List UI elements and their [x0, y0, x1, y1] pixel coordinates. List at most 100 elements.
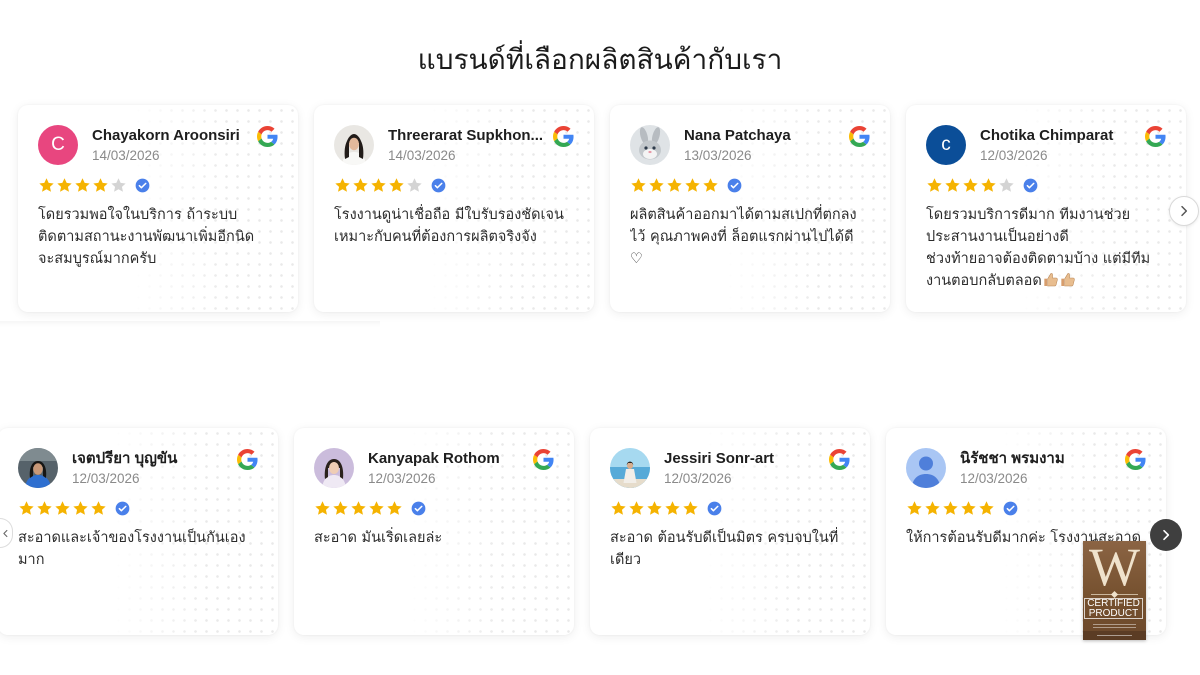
google-icon: [829, 449, 850, 470]
star-rating: [38, 177, 127, 194]
star-rating: [334, 177, 423, 194]
star-icon: [978, 500, 995, 517]
review-card: เจตปรียา บุญขัน 12/03/2026 สะอาดและเจ้าของ…: [0, 428, 278, 635]
star-icon: [18, 500, 35, 517]
reviewer-name: Threerarat Supkhon...: [388, 127, 544, 144]
review-text-line-content: โดยรวมพอใจในบริการ ถ้าระบบ: [38, 207, 238, 223]
review-text-line-content: งานตอบกลับตลอด: [926, 273, 1042, 289]
badge-label-line2: PRODUCT: [1088, 608, 1139, 619]
avatar-photo: [314, 448, 354, 488]
star-icon: [628, 500, 645, 517]
review-card: c Chotika Chimparat 12/03/2026 โดยรวมบริการ…: [906, 105, 1186, 312]
review-text-line: มาก: [18, 549, 266, 571]
star-icon: [648, 177, 665, 194]
review-text-line-content: ผลิตสินค้าออกมาได้ตามสเปกที่ตกลง: [630, 207, 857, 223]
chevron-left-icon: [0, 528, 11, 539]
badge-monogram: W: [1089, 541, 1140, 597]
badge-fine-print: [1093, 622, 1136, 630]
default-avatar-icon: [906, 448, 946, 488]
review-text-line-content: โรงงานดูน่าเชื่อถือ มีใบรับรองชัดเจน: [334, 207, 564, 223]
verified-icon: [707, 501, 722, 516]
review-text: สะอาด ต้อนรับดีเป็นมิตร ครบจบในที่ เดียว: [610, 527, 858, 571]
google-icon: [1145, 126, 1166, 147]
verified-icon: [115, 501, 130, 516]
review-text: โรงงานดูน่าเชื่อถือ มีใบรับรองชัดเจนเหมา…: [334, 204, 582, 248]
reviewer-name: Nana Patchaya: [684, 127, 791, 144]
certified-product-badge[interactable]: W CERTIFIED PRODUCT: [1083, 541, 1146, 640]
star-icon: [646, 500, 663, 517]
carousel-next-button[interactable]: [1150, 519, 1182, 551]
review-date: 12/03/2026: [72, 471, 140, 486]
review-date: 12/03/2026: [368, 471, 436, 486]
star-icon: [72, 500, 89, 517]
review-text: โดยรวมพอใจในบริการ ถ้าระบบติดตามสถานะงาน…: [38, 204, 286, 270]
review-text-line-content: จะสมบูรณ์มากครับ: [38, 251, 157, 267]
star-icon: [962, 177, 979, 194]
review-date: 12/03/2026: [960, 471, 1028, 486]
review-date: 14/03/2026: [388, 148, 456, 163]
star-icon: [664, 500, 681, 517]
review-text: สะอาด มันเริ่ดเลยล่ะ: [314, 527, 562, 549]
review-text-line: โดยรวมบริการดีมาก ทีมงานช่วย: [926, 204, 1174, 226]
review-text-line-content: โดยรวมบริการดีมาก ทีมงานช่วย: [926, 207, 1131, 223]
reviewer-name: นิรัชชา พรมงาม: [960, 450, 1065, 467]
review-text-line: จะสมบูรณ์มากครับ: [38, 248, 286, 270]
reviewer-name: Jessiri Sonr-art: [664, 450, 775, 467]
verified-icon: [411, 501, 426, 516]
review-text-line-content: สะอาด ต้อนรับดีเป็นมิตร ครบจบในที่: [610, 530, 839, 546]
carousel-next-button[interactable]: [1169, 196, 1199, 226]
verified-icon: [431, 178, 446, 193]
verified-icon: [1003, 501, 1018, 516]
star-icon: [980, 177, 997, 194]
star-icon: [350, 500, 367, 517]
star-icon: [944, 177, 961, 194]
review-text-line-content: ติดตามสถานะงานพัฒนาเพิ่มอีกนิด: [38, 229, 255, 245]
thumbs-up-icon: [1060, 272, 1076, 288]
star-rating: [18, 500, 107, 517]
review-text-line: สะอาด มันเริ่ดเลยล่ะ: [314, 527, 562, 549]
star-icon: [92, 177, 109, 194]
review-text-line: โดยรวมพอใจในบริการ ถ้าระบบ: [38, 204, 286, 226]
review-text-line-content: ♡: [630, 251, 643, 267]
star-icon: [74, 177, 91, 194]
star-icon: [702, 177, 719, 194]
review-text-line-content: สะอาดและเจ้าของโรงงานเป็นกันเอง: [18, 530, 246, 546]
review-text-line-content: มาก: [18, 552, 45, 568]
review-date: 14/03/2026: [92, 148, 160, 163]
google-icon: [849, 126, 870, 147]
star-icon: [314, 500, 331, 517]
star-icon: [334, 177, 351, 194]
reviews-carousel-row-1: C Chayakorn Aroonsiri 14/03/2026 โดยรวมพอใจ…: [18, 105, 1186, 312]
reviewer-name: Chayakorn Aroonsiri: [92, 127, 240, 144]
review-card: Threerarat Supkhon... 14/03/2026 โรงงานดูน…: [314, 105, 594, 312]
review-text-line: สะอาด ต้อนรับดีเป็นมิตร ครบจบในที่: [610, 527, 858, 549]
review-text-line: ติดตามสถานะงานพัฒนาเพิ่มอีกนิด: [38, 226, 286, 248]
google-icon: [237, 449, 258, 470]
star-icon: [388, 177, 405, 194]
star-icon: [90, 500, 107, 517]
review-text: ผลิตสินค้าออกมาได้ตามสเปกที่ตกลงไว้ คุณภ…: [630, 204, 878, 270]
star-rating: [610, 500, 699, 517]
review-card: Kanyapak Rothom 12/03/2026 สะอาด มันเริ่ดเ…: [294, 428, 574, 635]
avatar-photo: [18, 448, 58, 488]
google-icon: [1125, 449, 1146, 470]
star-icon: [370, 177, 387, 194]
review-text-line-content: สะอาด มันเริ่ดเลยล่ะ: [314, 530, 443, 546]
review-text-line-content: ช่วงท้ายอาจต้องติดตามบ้าง แต่มีทีม: [926, 251, 1151, 267]
star-icon: [684, 177, 701, 194]
badge-footer: [1083, 631, 1146, 640]
avatar-initial: c: [941, 134, 951, 155]
review-card: Nana Patchaya 13/03/2026 ผลิตสินค้าออกมาได…: [610, 105, 890, 312]
review-text-line: เหมาะกับคนที่ต้องการผลิตจริงจัง: [334, 226, 582, 248]
review-text-line-content: เหมาะกับคนที่ต้องการผลิตจริงจัง: [334, 229, 537, 245]
star-icon: [960, 500, 977, 517]
avatar-photo: [630, 125, 670, 165]
google-icon: [553, 126, 574, 147]
star-icon: [666, 177, 683, 194]
review-text-line-content: ไว้ คุณภาพคงที่ ล็อตแรกผ่านไปได้ดี: [630, 229, 854, 245]
google-icon: [257, 126, 278, 147]
star-empty-icon: [406, 177, 423, 194]
star-icon: [54, 500, 71, 517]
badge-label: CERTIFIED PRODUCT: [1084, 598, 1143, 619]
star-empty-icon: [110, 177, 127, 194]
